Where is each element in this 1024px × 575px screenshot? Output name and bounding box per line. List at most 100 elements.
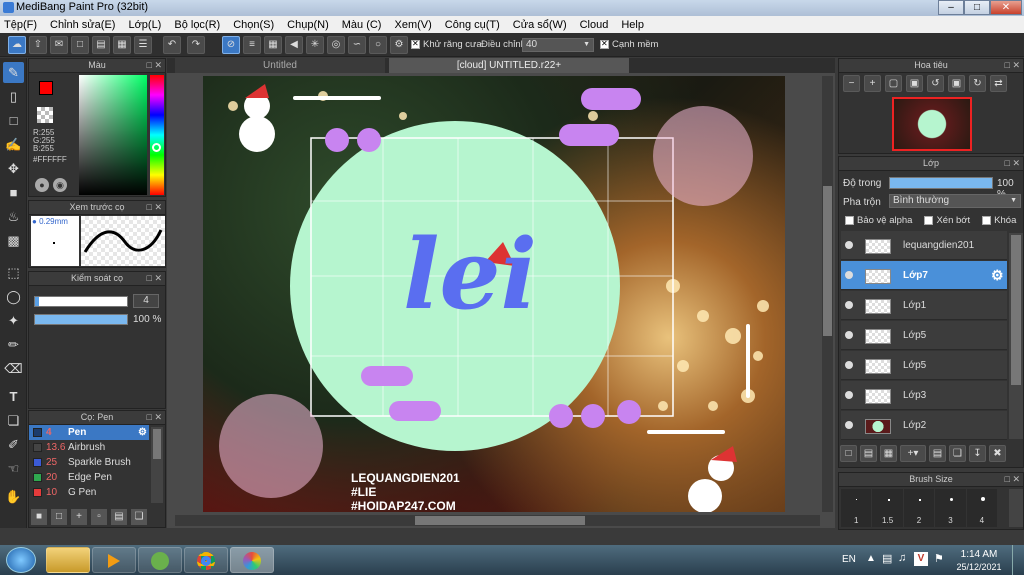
grid-document-icon[interactable]: ▦ <box>113 36 131 54</box>
rotate-left-icon[interactable]: ↺ <box>927 75 944 92</box>
add-layer-dropdown-icon[interactable]: +▾ <box>900 445 926 462</box>
layer-row[interactable]: Lớp5 <box>841 321 1007 350</box>
parallel-snap-icon[interactable]: ≡ <box>243 36 261 54</box>
protect-alpha-checkbox[interactable] <box>845 215 854 225</box>
duplicate-layer-icon[interactable]: ❏ <box>949 445 966 462</box>
menu-layer[interactable]: Lớp(L) <box>128 19 161 31</box>
list-icon[interactable]: ☰ <box>134 36 152 54</box>
file-explorer-icon[interactable] <box>46 547 90 573</box>
menu-select[interactable]: Chọn(S) <box>233 19 274 31</box>
visibility-icon[interactable] <box>845 361 853 369</box>
hue-slider-handle[interactable] <box>152 143 161 152</box>
vanishing-point-icon[interactable]: ◀ <box>285 36 303 54</box>
curve-snap-icon[interactable]: ∽ <box>348 36 366 54</box>
reset-rotation-icon[interactable]: ▣ <box>948 75 965 92</box>
comment-icon[interactable]: ✉ <box>50 36 68 54</box>
visibility-icon[interactable] <box>845 301 853 309</box>
brush-list-scrollbar[interactable] <box>151 427 163 503</box>
palette-icon[interactable]: ● <box>35 178 49 192</box>
brush-item-sparkle[interactable]: 25 Sparkle Brush <box>29 455 149 470</box>
divide-tool-icon[interactable]: ❏ <box>3 410 24 431</box>
gradient-tool-icon[interactable]: ▩ <box>3 230 24 251</box>
brush-item-airbrush[interactable]: 13.6 Airbrush <box>29 440 149 455</box>
artwork-canvas[interactable]: lei LEQUANGDIEN201 #LIE #HOIDAP247.COM <box>203 76 785 512</box>
folder-icon[interactable]: ▤ <box>929 445 946 462</box>
fill-rect-icon[interactable]: ■ <box>3 182 24 203</box>
text-tool-icon[interactable]: T <box>3 386 24 407</box>
merge-down-icon[interactable]: ↧ <box>969 445 986 462</box>
duplicate-icon[interactable]: ❏ <box>131 509 147 525</box>
protect-alpha-option[interactable]: Bảo vệ alpha <box>845 215 912 226</box>
bucket-tool-icon[interactable]: ♨ <box>3 206 24 227</box>
menu-window[interactable]: Cửa sổ(W) <box>513 19 567 31</box>
flip-icon[interactable]: ⇄ <box>990 75 1007 92</box>
saturation-value-picker[interactable] <box>79 75 147 195</box>
lasso-tool-icon[interactable]: ◯ <box>3 286 24 307</box>
antivirus-icon[interactable]: V <box>914 552 928 566</box>
lock-option[interactable]: Khóa <box>982 215 1016 226</box>
eraser-tool-icon[interactable]: ▯ <box>3 86 24 107</box>
select-eraser-icon[interactable]: ⌫ <box>3 358 24 379</box>
panel-close-icon[interactable]: □ ✕ <box>147 59 162 72</box>
brush-tool-icon[interactable]: ✎ <box>3 62 24 83</box>
trash-icon[interactable]: ✖ <box>989 445 1006 462</box>
zoom-out-icon[interactable]: − <box>843 75 860 92</box>
layer-row[interactable]: lequangdien201 <box>841 231 1007 260</box>
menu-cloud[interactable]: Cloud <box>580 19 609 31</box>
correction-dropdown[interactable]: 40 ▼ <box>522 38 594 52</box>
brush-item-pen[interactable]: 4 Pen ⚙ <box>29 425 149 440</box>
language-indicator[interactable]: EN <box>842 554 856 565</box>
panel-close-icon[interactable]: □ ✕ <box>147 411 162 424</box>
fit-icon[interactable]: ▢ <box>885 75 902 92</box>
ellipse-snap-icon[interactable]: ○ <box>369 36 387 54</box>
brush-item-edge-pen[interactable]: 20 Edge Pen <box>29 470 149 485</box>
visibility-icon[interactable] <box>845 241 853 249</box>
menu-view[interactable]: Xem(V) <box>394 19 431 31</box>
menu-edit[interactable]: Chỉnh sửa(E) <box>50 19 115 31</box>
primary-color-swatch[interactable] <box>39 81 53 95</box>
clipping-option[interactable]: Xén bớt <box>924 215 970 226</box>
cloud-icon[interactable]: ☁ <box>8 36 26 54</box>
crisscross-snap-icon[interactable]: ▦ <box>264 36 282 54</box>
clock[interactable]: 1:14 AM 25/12/2021 <box>954 549 1004 573</box>
lock-checkbox[interactable] <box>982 215 992 225</box>
maximize-button[interactable]: □ <box>964 0 990 15</box>
minimize-button[interactable]: – <box>938 0 964 15</box>
volume-icon[interactable]: ♫ <box>898 552 906 564</box>
show-hidden-icons[interactable]: ▲ <box>866 553 876 564</box>
layer-row[interactable]: Lớp2 <box>841 411 1007 440</box>
radial-snap-icon[interactable]: ✳ <box>306 36 324 54</box>
media-player-icon[interactable] <box>92 547 136 573</box>
brush-size-field[interactable]: 4 <box>133 294 159 308</box>
redo-icon[interactable]: ↷ <box>187 36 205 54</box>
actual-size-icon[interactable]: ▣ <box>906 75 923 92</box>
hue-slider[interactable] <box>150 75 164 195</box>
start-button[interactable] <box>6 547 36 573</box>
tab-cloud-untitled[interactable]: [cloud] UNTITLED.r22+ <box>389 58 629 73</box>
medibang-taskbar-icon[interactable] <box>230 547 274 573</box>
notification-icon[interactable]: ⚑ <box>934 552 944 565</box>
circle-snap-icon[interactable]: ◎ <box>327 36 345 54</box>
visibility-icon[interactable] <box>845 421 853 429</box>
menu-filter[interactable]: Bộ lọc(R) <box>174 19 220 31</box>
layer-opacity-slider[interactable] <box>889 177 993 189</box>
add-brush-icon[interactable]: + <box>71 509 87 525</box>
tab-untitled[interactable]: Untitled <box>175 58 385 73</box>
dot-pen-icon[interactable]: ✍ <box>3 134 24 155</box>
panel-close-icon[interactable]: □ ✕ <box>147 201 162 214</box>
new-brush-icon[interactable]: □ <box>51 509 67 525</box>
brush-item-g-pen[interactable]: 10 G Pen <box>29 485 149 500</box>
brush-settings-icon[interactable]: ■ <box>31 509 47 525</box>
move-tool-icon[interactable]: ✥ <box>3 158 24 179</box>
soft-edge-option[interactable]: Cạnh mềm <box>600 39 658 50</box>
operation-tool-icon[interactable]: ☜ <box>3 458 24 479</box>
app-green-icon[interactable] <box>138 547 182 573</box>
layer-row[interactable]: Lớp1 <box>841 291 1007 320</box>
menu-help[interactable]: Help <box>621 19 644 31</box>
canvas-vertical-scrollbar[interactable] <box>822 76 833 512</box>
visibility-icon[interactable] <box>845 271 853 279</box>
visibility-icon[interactable] <box>845 331 853 339</box>
new-layer-icon[interactable]: □ <box>840 445 857 462</box>
gear-icon[interactable]: ⚙ <box>138 425 147 440</box>
gear-icon[interactable]: ⚙ <box>991 267 1004 284</box>
